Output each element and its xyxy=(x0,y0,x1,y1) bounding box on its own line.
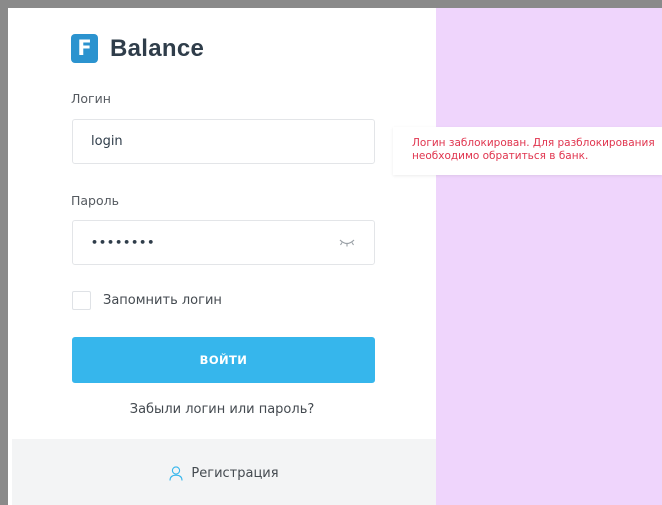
register-label: Регистрация xyxy=(191,466,279,481)
remember-checkbox[interactable] xyxy=(72,291,91,310)
password-input-value: •••••••• xyxy=(91,236,156,249)
login-input[interactable]: login xyxy=(72,119,375,164)
login-panel: F Balance Логин login Пароль •••••••• За… xyxy=(8,8,436,505)
forgot-password-link[interactable]: Забыли логин или пароль? xyxy=(8,402,436,417)
login-input-value: login xyxy=(91,134,123,149)
register-link[interactable]: Регистрация xyxy=(12,466,436,481)
password-label: Пароль xyxy=(71,193,119,208)
password-input[interactable]: •••••••• xyxy=(72,220,375,265)
brand-logo-badge: F xyxy=(71,34,98,63)
remember-label: Запомнить логин xyxy=(103,293,222,308)
eye-closed-icon[interactable] xyxy=(338,236,356,250)
user-icon xyxy=(169,466,183,481)
login-screen: F Balance Логин login Пароль •••••••• За… xyxy=(8,8,662,505)
login-label: Логин xyxy=(71,91,111,106)
remember-login[interactable]: Запомнить логин xyxy=(72,291,222,310)
brand-logo: F Balance xyxy=(71,34,204,63)
error-tooltip: Логин заблокирован. Для разблокирования … xyxy=(393,127,662,175)
register-footer: Регистрация xyxy=(12,439,436,505)
error-message: Логин заблокирован. Для разблокирования … xyxy=(412,137,655,162)
login-button[interactable]: ВОЙТИ xyxy=(72,337,375,383)
brand-name: Balance xyxy=(110,34,205,62)
